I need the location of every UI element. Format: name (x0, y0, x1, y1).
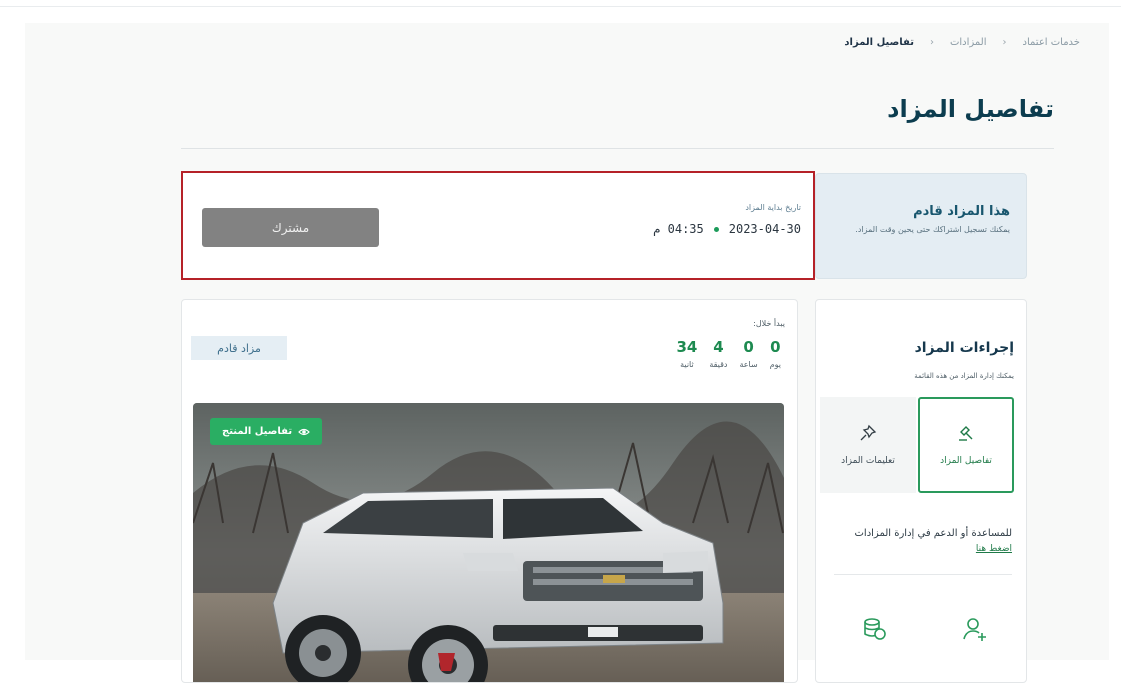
actions-panel-subtitle: يمكنك إدارة المزاد من هذه القائمة (914, 372, 1014, 380)
countdown-days-value: 0 (770, 338, 781, 356)
help-text: للمساعدة أو الدعم في إدارة المزادات (854, 528, 1013, 539)
breadcrumb-item-auctions[interactable]: المزادات (950, 37, 987, 48)
subscribed-button[interactable]: مشترك (202, 208, 379, 247)
countdown-hours-value: 0 (743, 338, 754, 356)
product-image: تفاصيل المنتج (193, 403, 784, 682)
page-title: تفاصيل المزاد (887, 95, 1054, 123)
breadcrumb-item-services[interactable]: خدمات اعتماد (1023, 37, 1080, 48)
breadcrumb-separator: ‹ (929, 37, 934, 48)
help-divider (834, 574, 1012, 575)
add-user-icon[interactable] (962, 616, 988, 642)
auction-start-box: تاريخ بداية المزاد 2023-04-30 04:35 م مش… (181, 171, 815, 280)
help-section: للمساعدة أو الدعم في إدارة المزادات اضغط… (855, 526, 1013, 557)
countdown-seconds: 34 ثانية (676, 338, 697, 369)
auction-status-card: هذا المزاد قادم يمكنك تسجيل اشتراكك حتى … (815, 173, 1027, 279)
countdown-days: 0 يوم (770, 338, 781, 369)
auction-start-label: تاريخ بداية المزاد (745, 203, 801, 212)
actions-panel-title: إجراءات المزاد (914, 340, 1014, 356)
help-link[interactable]: اضغط هنا (976, 544, 1012, 554)
product-details-button[interactable]: تفاصيل المنتج (210, 418, 323, 445)
breadcrumb-item-current: تفاصيل المزاد (844, 37, 914, 48)
auction-start-time: 04:35 م (653, 222, 704, 236)
countdown-hours-label: ساعة (739, 360, 758, 369)
product-details-label: تفاصيل المنتج (222, 426, 293, 437)
breadcrumb: خدمات اعتماد ‹ المزادات ‹ تفاصيل المزاد (844, 37, 1080, 48)
countdown-timer: 0 يوم 0 ساعة 4 دقيقة 34 ثانية (676, 338, 781, 369)
countdown-days-label: يوم (769, 360, 781, 369)
countdown-minutes-value: 4 (713, 338, 724, 356)
status-badge: مزاد قادم (191, 336, 287, 360)
gavel-icon (959, 426, 973, 441)
countdown-minutes: 4 دقيقة (709, 338, 727, 369)
auction-instructions-tile[interactable]: تعليمات المزاد (820, 397, 916, 493)
coins-icon[interactable] (862, 616, 888, 642)
breadcrumb-separator: ‹ (1002, 37, 1007, 48)
auction-instructions-tile-label: تعليمات المزاد (841, 456, 895, 466)
title-divider (181, 148, 1054, 149)
page-container: خدمات اعتماد ‹ المزادات ‹ تفاصيل المزاد … (25, 23, 1109, 683)
dot-separator-icon (713, 226, 719, 232)
car-photo (193, 403, 784, 682)
countdown-hours: 0 ساعة (739, 338, 757, 369)
status-card-subtitle: يمكنك تسجيل اشتراكك حتى يحين وقت المزاد. (855, 225, 1010, 234)
countdown-minutes-label: دقيقة (709, 360, 728, 369)
pin-icon (860, 424, 877, 441)
eye-icon (298, 428, 310, 435)
auction-actions-panel: إجراءات المزاد يمكنك إدارة المزاد من هذه… (815, 299, 1027, 683)
auction-start-datetime: 2023-04-30 04:35 م (653, 222, 801, 236)
status-card-title: هذا المزاد قادم (913, 204, 1010, 219)
auction-product-card: يبدأ خلال: 0 يوم 0 ساعة 4 دقيقة 34 ثانية… (181, 299, 798, 683)
countdown-label: يبدأ خلال: (753, 319, 785, 328)
auction-details-tile-label: تفاصيل المزاد (940, 456, 992, 466)
top-border (0, 6, 1121, 7)
auction-start-info: تاريخ بداية المزاد 2023-04-30 04:35 م (653, 203, 801, 236)
auction-details-tile[interactable]: تفاصيل المزاد (918, 397, 1014, 493)
countdown-seconds-label: ثانية (680, 360, 694, 369)
countdown-seconds-value: 34 (676, 338, 698, 356)
auction-start-date: 2023-04-30 (728, 222, 801, 236)
